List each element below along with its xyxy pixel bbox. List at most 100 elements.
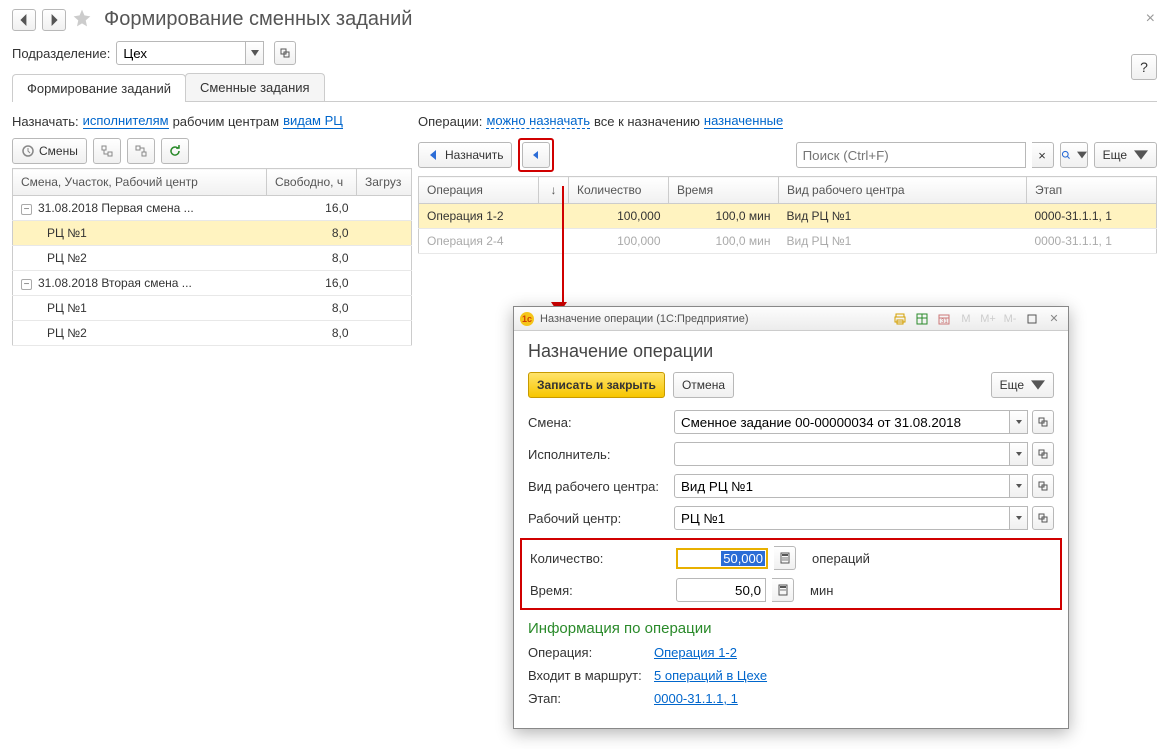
quantity-input[interactable]: 50,000: [721, 551, 765, 566]
time-unit: мин: [810, 583, 833, 598]
search-clear-button[interactable]: ×: [1032, 142, 1054, 168]
quantity-time-highlight: Количество: 50,000 операций Время: мин: [520, 538, 1062, 610]
page-title: Формирование сменных заданий: [104, 8, 412, 31]
info-operation-label: Операция:: [528, 645, 648, 660]
close-icon[interactable]: ×: [1146, 10, 1155, 28]
maximize-icon[interactable]: [1024, 311, 1040, 327]
wctype-input[interactable]: [674, 474, 1010, 498]
grid-row[interactable]: РЦ №28,0: [13, 246, 412, 271]
performer-label: Исполнитель:: [528, 447, 668, 462]
grid-row[interactable]: РЦ №28,0: [13, 321, 412, 346]
subdivision-dropdown-button[interactable]: [246, 41, 264, 65]
print-icon[interactable]: [892, 311, 908, 327]
subdivision-open-button[interactable]: [274, 41, 296, 65]
assign-wctypes-link[interactable]: видам РЦ: [283, 113, 343, 129]
performer-input[interactable]: [674, 442, 1010, 466]
wc-label: Рабочий центр:: [528, 511, 668, 526]
search-input[interactable]: [796, 142, 1026, 168]
col-load[interactable]: Загруз: [357, 169, 412, 196]
wctype-label: Вид рабочего центра:: [528, 479, 668, 494]
wc-input[interactable]: [674, 506, 1010, 530]
dialog-titlebar[interactable]: 1c Назначение операции (1С:Предприятие) …: [514, 307, 1068, 331]
wctype-dropdown[interactable]: [1010, 474, 1028, 498]
performer-dropdown[interactable]: [1010, 442, 1028, 466]
shift-dropdown[interactable]: [1010, 410, 1028, 434]
shift-label: Смена:: [528, 415, 668, 430]
table-icon[interactable]: [914, 311, 930, 327]
col-time[interactable]: Время: [669, 177, 779, 204]
wc-open[interactable]: [1032, 506, 1054, 530]
time-calculator-button[interactable]: [772, 578, 794, 602]
wctype-open[interactable]: [1032, 474, 1054, 498]
col-operation[interactable]: Операция: [419, 177, 539, 204]
info-route-link[interactable]: 5 операций в Цехе: [654, 668, 767, 683]
refresh-button[interactable]: [161, 138, 189, 164]
shift-input[interactable]: [674, 410, 1010, 434]
info-operation-link[interactable]: Операция 1-2: [654, 645, 737, 660]
assign-partial-highlight: [518, 138, 554, 172]
grid-row[interactable]: РЦ №18,0: [13, 221, 412, 246]
collapse-all-button[interactable]: [127, 138, 155, 164]
performer-open[interactable]: [1032, 442, 1054, 466]
expander-icon[interactable]: −: [21, 279, 32, 290]
favorite-star-icon[interactable]: [72, 8, 92, 31]
help-button[interactable]: ?: [1131, 54, 1157, 80]
subdivision-label: Подразделение:: [12, 46, 110, 61]
time-input[interactable]: [676, 578, 766, 602]
dialog-close-icon[interactable]: ✕: [1046, 311, 1062, 327]
tab-formation[interactable]: Формирование заданий: [12, 74, 186, 102]
nav-forward-button[interactable]: [42, 9, 66, 31]
m-minus-icon: M-: [1002, 311, 1018, 327]
col-wctype[interactable]: Вид рабочего центра: [779, 177, 1027, 204]
grid-row[interactable]: −31.08.2018 Первая смена ...16,0: [13, 196, 412, 221]
shifts-button[interactable]: Смены: [12, 138, 87, 164]
quantity-unit: операций: [812, 551, 870, 566]
col-qty[interactable]: Количество: [569, 177, 669, 204]
shifts-grid[interactable]: Смена, Участок, Рабочий центр Свободно, …: [12, 168, 412, 346]
more-button[interactable]: Еще: [1094, 142, 1157, 168]
assign-label: Назначать:: [12, 114, 79, 129]
col-shift[interactable]: Смена, Участок, Рабочий центр: [13, 169, 267, 196]
expand-all-button[interactable]: [93, 138, 121, 164]
col-free[interactable]: Свободно, ч: [267, 169, 357, 196]
svg-text:31: 31: [941, 319, 948, 325]
search-button[interactable]: [1060, 142, 1088, 168]
col-stage[interactable]: Этап: [1027, 177, 1157, 204]
assign-button[interactable]: Назначить: [418, 142, 512, 168]
m-icon: M: [958, 311, 974, 327]
wc-dropdown[interactable]: [1010, 506, 1028, 530]
quantity-field-focus: 50,000: [676, 548, 768, 569]
ops-all-text: все к назначению: [594, 114, 700, 129]
subdivision-input[interactable]: [116, 41, 246, 65]
grid-row[interactable]: Операция 2-4 100,000 100,0 мин Вид РЦ №1…: [419, 229, 1157, 254]
dialog-heading: Назначение операции: [528, 341, 1054, 362]
grid-row[interactable]: Операция 1-2 100,000 100,0 мин Вид РЦ №1…: [419, 204, 1157, 229]
ops-assigned-link[interactable]: назначенные: [704, 113, 783, 129]
quantity-calculator-button[interactable]: [774, 546, 796, 570]
grid-row[interactable]: −31.08.2018 Вторая смена ...16,0: [13, 271, 412, 296]
save-close-button[interactable]: Записать и закрыть: [528, 372, 665, 398]
dialog-more-button[interactable]: Еще: [991, 372, 1054, 398]
operations-grid[interactable]: Операция ↓ Количество Время Вид рабочего…: [418, 176, 1157, 254]
col-sort[interactable]: ↓: [539, 177, 569, 204]
assign-partial-button[interactable]: [522, 142, 550, 168]
info-route-label: Входит в маршрут:: [528, 668, 648, 683]
tab-shift-tasks[interactable]: Сменные задания: [185, 73, 325, 101]
nav-back-button[interactable]: [12, 9, 36, 31]
quantity-label: Количество:: [530, 551, 670, 566]
assign-wc-text: рабочим центрам: [173, 114, 280, 129]
grid-row[interactable]: РЦ №18,0: [13, 296, 412, 321]
expander-icon[interactable]: −: [21, 204, 32, 215]
time-label: Время:: [530, 583, 670, 598]
operations-label: Операции:: [418, 114, 482, 129]
shift-open[interactable]: [1032, 410, 1054, 434]
info-stage-label: Этап:: [528, 691, 648, 706]
assign-performers-link[interactable]: исполнителям: [83, 113, 169, 129]
ops-can-assign-link[interactable]: можно назначать: [486, 113, 590, 129]
cancel-button[interactable]: Отмена: [673, 372, 734, 398]
info-stage-link[interactable]: 0000-31.1.1, 1: [654, 691, 738, 706]
assign-dialog: 1c Назначение операции (1С:Предприятие) …: [513, 306, 1069, 729]
operation-info-heading: Информация по операции: [528, 620, 1054, 637]
calendar-icon[interactable]: 31: [936, 311, 952, 327]
app-logo-icon: 1c: [520, 312, 534, 326]
